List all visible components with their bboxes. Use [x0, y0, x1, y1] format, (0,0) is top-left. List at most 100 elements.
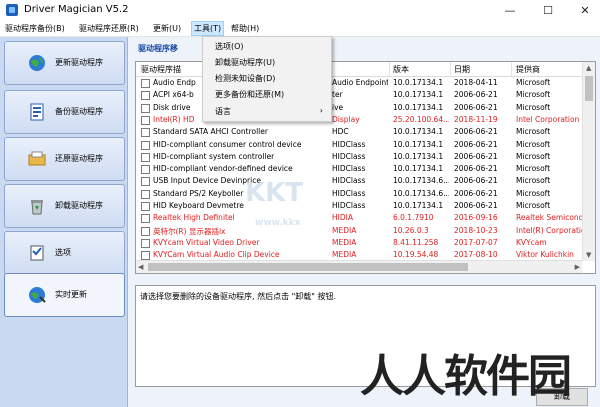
table-row[interactable]: HID-compliant system controller HIDClass 1… [136, 151, 582, 163]
scroll-up-arrow-icon[interactable]: ▲ [586, 64, 591, 72]
cell-provider: KVYcam [516, 237, 547, 247]
vertical-scrollbar[interactable]: ▲ ▼ [582, 62, 595, 261]
cell-date: 2006-06-21 [454, 164, 498, 174]
close-button[interactable]: ✕ [570, 0, 600, 21]
sidebar-item-label: 卸载驱动程序 [55, 201, 103, 210]
row-checkbox[interactable] [141, 202, 150, 211]
row-checkbox[interactable] [141, 115, 150, 125]
section-title: 驱动程序移 [138, 44, 178, 53]
row-checkbox[interactable] [141, 189, 150, 199]
table-row[interactable]: Standard SATA AHCI Controller HDC 10.0.171… [136, 126, 582, 138]
cell-class: HIDClass [332, 176, 366, 186]
row-checkbox[interactable] [141, 165, 150, 175]
cell-version: 10.0.17134.1 [393, 102, 444, 112]
column-header-name[interactable]: 驱动程序描 [141, 64, 181, 75]
sidebar-item-options[interactable]: 选项 [4, 231, 125, 275]
minimize-button[interactable]: — [495, 0, 525, 21]
menu-item-options[interactable]: 选项(O) [215, 41, 244, 52]
submenu-arrow-icon: › [319, 106, 323, 115]
column-divider[interactable] [450, 62, 451, 76]
cell-date: 2006-06-21 [454, 139, 498, 149]
cell-provider: Microsoft [516, 201, 551, 210]
cell-date: 2018-11-19 [454, 114, 498, 124]
cell-class: HIDClass [332, 151, 366, 161]
cell-date: 2006-06-21 [454, 90, 498, 100]
cell-date: 2006-06-21 [454, 151, 498, 161]
cell-name: 英特尔(R) 显示器插ix [153, 226, 226, 236]
options-icon [30, 245, 44, 261]
cell-date: 2006-06-21 [454, 102, 498, 112]
cell-name: KVYcam Virtual Video Driver [153, 237, 260, 247]
column-divider[interactable] [389, 62, 390, 76]
menu-item-more-backup[interactable]: 更多备份和还原(M) [215, 89, 284, 100]
cell-class: ter [332, 90, 343, 100]
sidebar-item-uninstall[interactable]: 卸载驱动程序 [4, 184, 125, 228]
row-checkbox[interactable] [141, 152, 150, 162]
cell-class: HIDClass [332, 201, 366, 210]
table-row[interactable]: 英特尔(R) 显示器插ix MEDIA 10.26.0.3 2018-10-23 Int… [136, 225, 582, 237]
cell-date: 2016-09-16 [454, 213, 498, 223]
table-row[interactable]: Standard PS/2 Keyboller HIDClass 10.0.1713… [136, 188, 582, 200]
row-checkbox[interactable] [141, 177, 150, 187]
cell-provider: Microsoft [516, 90, 551, 100]
column-header-date[interactable]: 日期 [454, 64, 470, 75]
maximize-button[interactable]: ☐ [533, 0, 563, 21]
cell-provider: Viktor Kulichkin [516, 250, 574, 260]
scroll-thumb[interactable] [148, 263, 468, 271]
cell-provider: Intel Corporation [516, 114, 580, 124]
menu-item-language[interactable]: 语言 [215, 106, 231, 117]
row-checkbox[interactable] [141, 251, 150, 261]
sidebar-item-restore[interactable]: 还原驱动程序 [4, 137, 125, 181]
cell-class: HIDClass [332, 164, 366, 174]
table-row[interactable]: KVYcam Virtual Video Driver MEDIA 8.41.11.… [136, 237, 582, 249]
table-row[interactable]: USB Input Device Devinprice HIDClass 10.0.… [136, 175, 582, 187]
backup-icon [30, 103, 44, 121]
scroll-right-arrow-icon[interactable]: ▶ [575, 263, 580, 271]
cell-name: Standard PS/2 Keyboller [153, 188, 244, 198]
row-checkbox[interactable] [141, 140, 150, 150]
cell-version: 10.0.17134.1 [393, 90, 444, 100]
cell-name: KVYCam Virtual Audio Clip Device [153, 250, 280, 260]
cell-name: HID-compliant consumer control device [153, 139, 302, 149]
row-checkbox[interactable] [141, 103, 150, 113]
column-header-version[interactable]: 版本 [393, 64, 409, 75]
row-checkbox[interactable] [141, 226, 150, 236]
cell-name: HID-compliant system controller [153, 151, 275, 161]
cell-date: 2017-08-10 [454, 250, 498, 260]
menu-backup[interactable]: 驱动程序备份(B) [3, 22, 67, 35]
horizontal-scrollbar[interactable]: ◀ ▶ [136, 260, 582, 273]
cell-date: 2006-06-21 [454, 127, 498, 137]
scroll-left-arrow-icon[interactable]: ◀ [138, 263, 143, 271]
sidebar-item-live-update[interactable]: 实时更新 [4, 273, 125, 317]
scroll-thumb[interactable] [585, 76, 593, 101]
cell-version: 8.41.11.258 [393, 237, 439, 247]
tools-dropdown: 选项(O) 卸载驱动程序(U) 检测未知设备(D) 更多备份和还原(M) 语言 … [202, 36, 332, 122]
scroll-down-arrow-icon[interactable]: ▼ [586, 251, 591, 259]
menu-tools[interactable]: 工具(T) [191, 21, 225, 36]
cell-version: 10.0.17134.6... [393, 188, 449, 198]
column-header-provider[interactable]: 提供商 [516, 64, 540, 75]
cell-name: HID-compliant vendor-defined device [153, 164, 293, 174]
cell-provider: Realtek Semicondu [516, 213, 582, 223]
table-row[interactable]: Realtek High Definitel HIDIA 6.0.1.7910 201… [136, 212, 582, 224]
menu-item-detect-unknown[interactable]: 检测未知设备(D) [215, 73, 275, 84]
cell-provider: Microsoft [516, 164, 551, 174]
sidebar-item-update[interactable]: 更新驱动程序 [4, 41, 125, 85]
table-row[interactable]: HID-compliant vendor-defined device HIDCl… [136, 163, 582, 175]
row-checkbox[interactable] [141, 128, 150, 138]
menu-restore[interactable]: 驱动程序还原(R) [77, 22, 141, 35]
column-divider[interactable] [511, 62, 512, 76]
row-checkbox[interactable] [141, 214, 150, 224]
menu-help[interactable]: 帮助(H) [229, 22, 261, 35]
row-checkbox[interactable] [141, 79, 150, 88]
sidebar-item-backup[interactable]: 备份驱动程序 [4, 90, 125, 134]
cell-name: USB Input Device Devinprice [153, 176, 261, 186]
menu-item-uninstall-driver[interactable]: 卸载驱动程序(U) [215, 57, 275, 68]
cell-provider: Microsoft [516, 151, 551, 161]
row-checkbox[interactable] [141, 238, 150, 248]
table-row[interactable]: HID-compliant consumer control device HID… [136, 139, 582, 151]
menu-update[interactable]: 更新(U) [151, 22, 183, 35]
cell-date: 2017-07-07 [454, 237, 498, 247]
table-row[interactable]: HID Keyboard Devmetre HIDClass 10.0.17134.… [136, 200, 582, 212]
row-checkbox[interactable] [141, 91, 150, 101]
